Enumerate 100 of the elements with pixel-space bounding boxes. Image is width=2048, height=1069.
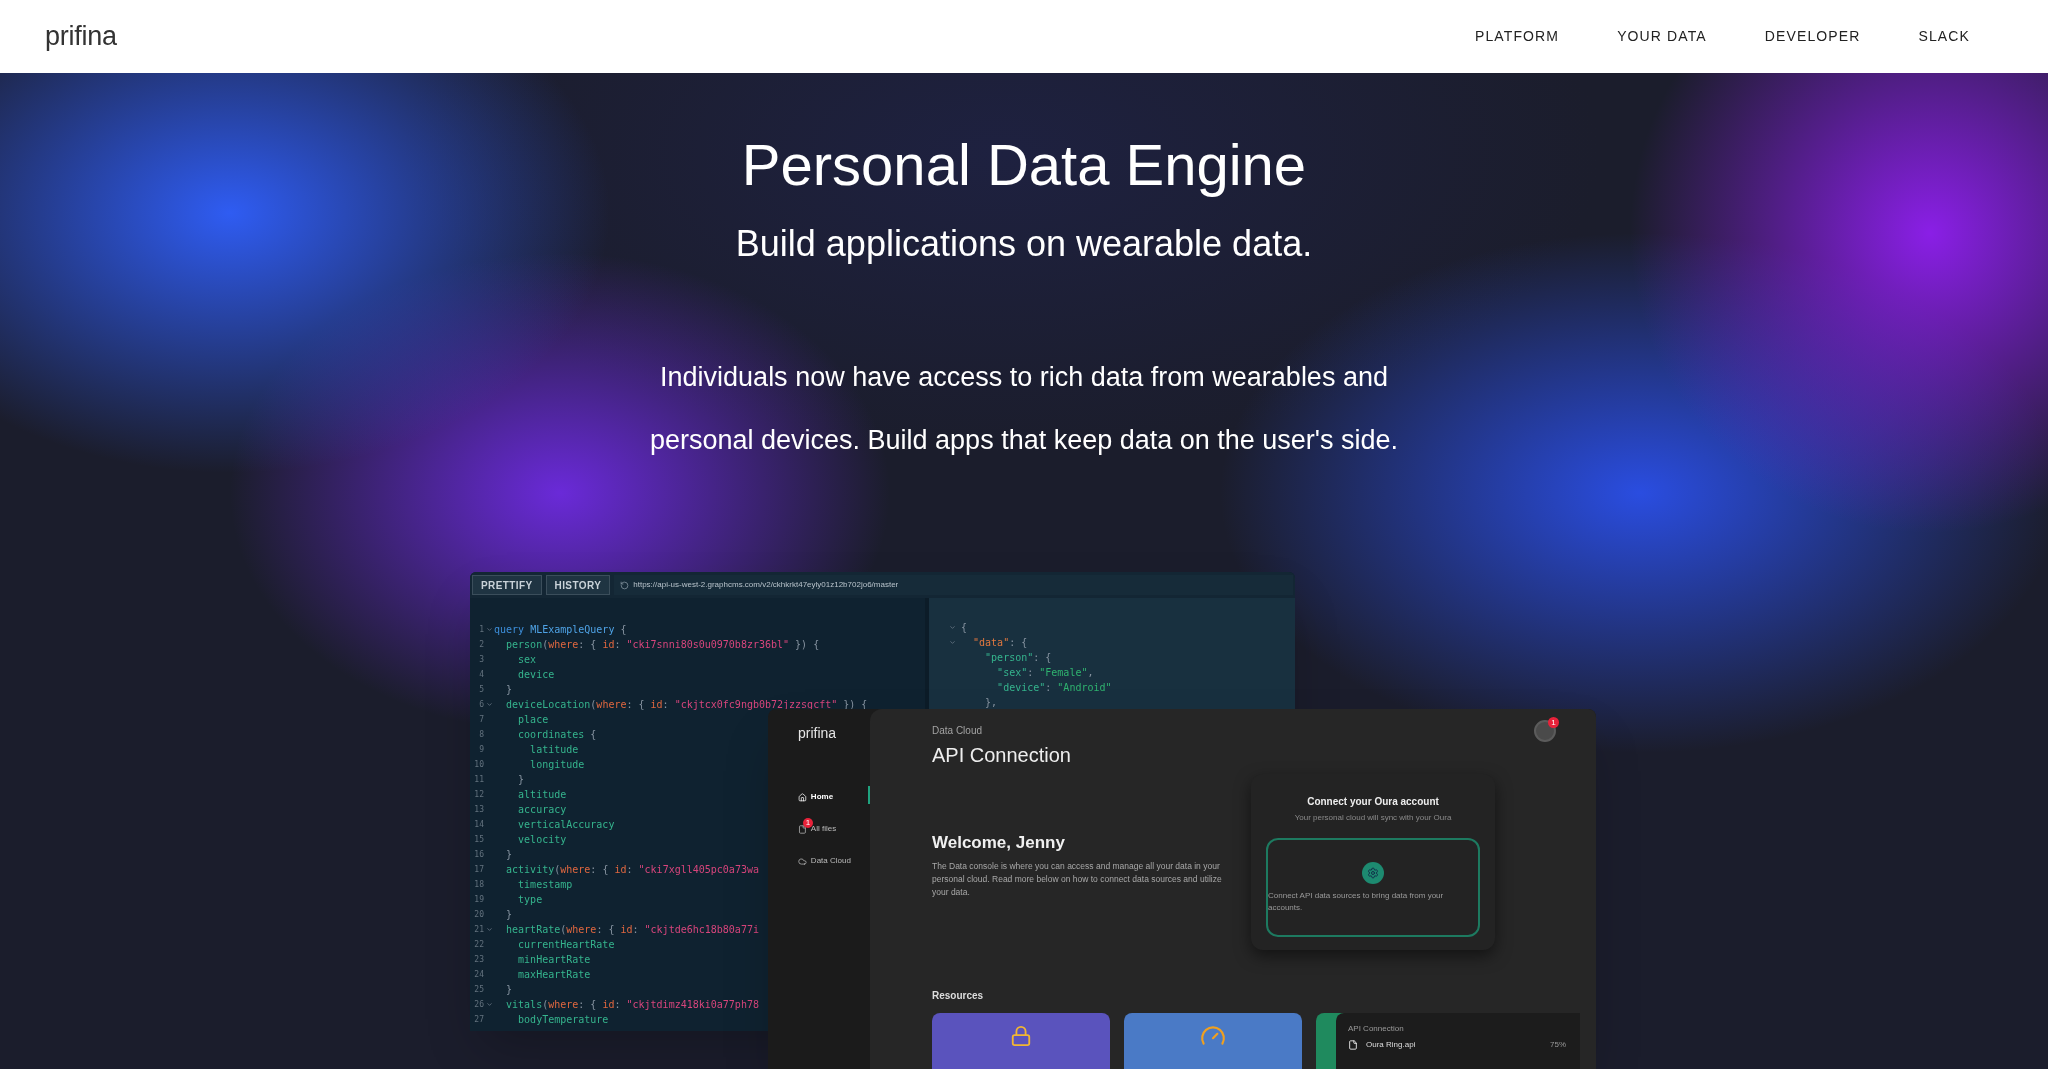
notification-badge: 1 — [1548, 717, 1559, 728]
line-number: 22 — [473, 939, 484, 951]
connect-api-button[interactable]: Connect API data sources to bring data from your accounts. — [1266, 838, 1480, 937]
code-line: longitude — [529, 758, 585, 772]
code-line: bodyTemperature — [517, 1013, 609, 1027]
code-line: device — [517, 668, 555, 682]
refresh-icon[interactable] — [620, 580, 630, 590]
welcome-heading: Welcome, Jenny — [932, 832, 1066, 854]
nav-link[interactable]: PLATFORM — [1474, 26, 1560, 47]
home-icon — [798, 792, 807, 802]
code-line: accuracy — [517, 803, 567, 817]
notification-badge: 1 — [803, 818, 813, 828]
line-number: 19 — [473, 894, 484, 906]
line-number: 11 — [473, 774, 484, 786]
line-number: 1 — [478, 624, 484, 636]
json-line: "person": { — [984, 651, 1052, 665]
code-line: } — [505, 983, 513, 997]
toolbar-button[interactable]: PRETTIFY — [472, 575, 542, 595]
toolbar-button[interactable]: HISTORY — [545, 575, 611, 595]
json-line: "data": { — [972, 636, 1028, 650]
code-line: heartRate(where: { id: "ckjtde6hc18b80a77i — [505, 923, 759, 937]
fold-caret-icon[interactable] — [949, 624, 956, 631]
line-number: 14 — [473, 819, 484, 831]
line-number: 9 — [478, 744, 484, 756]
line-number: 15 — [473, 834, 484, 846]
fold-caret-icon[interactable] — [485, 1001, 493, 1008]
code-line: person(where: { id: "cki7snni80s0u0970b8zr36bl" }) { — [505, 638, 820, 652]
code-line: velocity — [517, 833, 567, 847]
code-line: } — [505, 683, 513, 697]
line-number: 26 — [473, 999, 484, 1011]
code-line: } — [505, 908, 513, 922]
fold-caret-icon[interactable] — [485, 626, 493, 633]
connect-title: Connect your Oura account — [1307, 795, 1439, 809]
file-icon — [798, 824, 807, 834]
code-line: maxHeartRate — [517, 968, 591, 982]
logo[interactable]: prifina — [45, 16, 117, 57]
nav-link[interactable]: YOUR DATA — [1617, 26, 1707, 47]
json-line: "device": "Android" — [996, 681, 1112, 695]
line-number: 20 — [473, 909, 484, 921]
line-number: 4 — [478, 669, 484, 681]
code-line: minHeartRate — [517, 953, 591, 967]
line-number: 25 — [473, 984, 484, 996]
code-line: timestamp — [517, 878, 573, 892]
panel-title: API Connection — [1348, 1023, 1404, 1035]
nav-link[interactable]: DEVELOPER — [1764, 26, 1861, 47]
line-number: 21 — [473, 924, 484, 936]
code-line: } — [517, 773, 525, 787]
line-number: 18 — [473, 879, 484, 891]
resource-card[interactable]: API Connection Oura Ring.api 75% — [1316, 1013, 1580, 1069]
sidebar-item[interactable]: All files 1 — [798, 818, 870, 836]
code-line: currentHeartRate — [517, 938, 615, 952]
file-name: Oura Ring.api — [1366, 1039, 1416, 1051]
line-number: 17 — [473, 864, 484, 876]
intro-text: The Data console is where you can access and manage all your data in your personal cloud. Read more below on how to connect data sources and utilize your data. — [932, 859, 1222, 899]
cloud-icon — [798, 856, 807, 866]
line-number: 16 — [473, 849, 484, 861]
code-line: latitude — [529, 743, 579, 757]
code-line: } — [505, 848, 513, 862]
line-number: 8 — [478, 729, 484, 741]
upload-percent: 75% — [1550, 1039, 1566, 1051]
connect-subtitle: Your personal cloud will sync with your Oura — [1294, 812, 1452, 824]
code-line: place — [517, 713, 549, 727]
app-logo: prifina — [798, 724, 838, 743]
hero-paragraph: Individuals now have access to rich data from wearables and personal devices. Build apps that keep data on the user's side. — [648, 361, 1400, 457]
breadcrumb: Data Cloud — [932, 724, 983, 738]
page-title: API Connection — [932, 743, 1071, 768]
line-number: 6 — [478, 699, 484, 711]
line-number: 24 — [473, 969, 484, 981]
url-text: https://api-us-west-2.graphcms.com/v2/ckhkrkt47eyly01z12b702jo6/master — [633, 579, 899, 591]
line-number: 3 — [478, 654, 484, 666]
line-number: 5 — [478, 684, 484, 696]
api-settings-icon — [1362, 861, 1384, 884]
hero-title: Personal Data Engine — [741, 131, 1307, 199]
resources-heading: Resources — [932, 989, 985, 1003]
line-number: 13 — [473, 804, 484, 816]
line-number: 27 — [473, 1014, 484, 1026]
connect-hint: Connect API data sources to bring data from your accounts. — [1268, 889, 1445, 914]
line-number: 23 — [473, 954, 484, 966]
code-line: coordinates { — [517, 728, 597, 742]
lock-icon — [1010, 1023, 1032, 1049]
nav-link[interactable]: SLACK — [1918, 26, 1970, 47]
code-line: type — [517, 893, 543, 907]
url-field[interactable]: https://api-us-west-2.graphcms.com/v2/ckhkrkt47eyly01z12b702jo6/master — [614, 575, 1293, 595]
code-line: activity(where: { id: "cki7xgll405pc0a73wa — [505, 863, 759, 877]
fold-caret-icon[interactable] — [485, 926, 493, 933]
line-number: 10 — [473, 759, 484, 771]
json-line: }, — [984, 696, 998, 710]
fold-caret-icon[interactable] — [485, 701, 493, 708]
line-number: 2 — [478, 639, 484, 651]
line-number: 7 — [478, 714, 484, 726]
json-line: { — [961, 621, 968, 635]
avatar-placeholder[interactable]: 1 — [1534, 720, 1556, 742]
file-icon — [1348, 1040, 1358, 1050]
sidebar-item[interactable]: Data Cloud — [798, 850, 870, 868]
code-line: vitals(where: { id: "ckjtdimz418ki0a77ph78 — [505, 998, 759, 1012]
code-line: query MLExampleQuery { — [494, 623, 627, 637]
hero-subtitle: Build applications on wearable data. — [735, 222, 1313, 266]
fold-caret-icon[interactable] — [949, 639, 956, 646]
line-number: 12 — [473, 789, 484, 801]
code-line: altitude — [517, 788, 567, 802]
